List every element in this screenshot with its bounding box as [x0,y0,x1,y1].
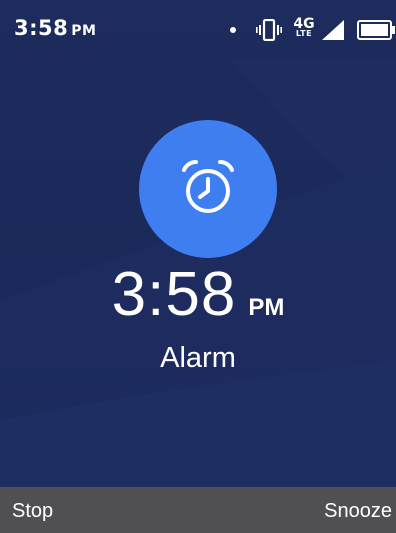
alarm-clock-icon [182,160,234,213]
status-bar: 3:58 PM 4G LTE [0,0,396,60]
snooze-button[interactable]: Snooze [324,501,392,521]
status-time-value: 3:58 [14,16,69,40]
alarm-screen: 3:58 PM 4G LTE 3:58 PM Alarm Stop Snooze [0,0,396,533]
alarm-label: Alarm [160,342,236,374]
alarm-icon-circle [139,120,277,258]
alarm-time-value: 3:58 [111,260,237,329]
network-lte: LTE [295,29,313,38]
softkey-bar: Stop Snooze [0,487,396,533]
notification-dot-icon [230,27,236,33]
battery-icon [357,20,395,40]
signal-icon [322,20,344,40]
alarm-time-ampm: PM [248,294,285,321]
network-type-label: 4G LTE [293,17,315,38]
stop-button[interactable]: Stop [12,501,53,521]
alarm-time: 3:58 PM [0,264,396,326]
vibrate-icon [256,19,282,41]
status-time: 3:58 PM [14,18,96,39]
status-time-ampm: PM [71,23,97,39]
